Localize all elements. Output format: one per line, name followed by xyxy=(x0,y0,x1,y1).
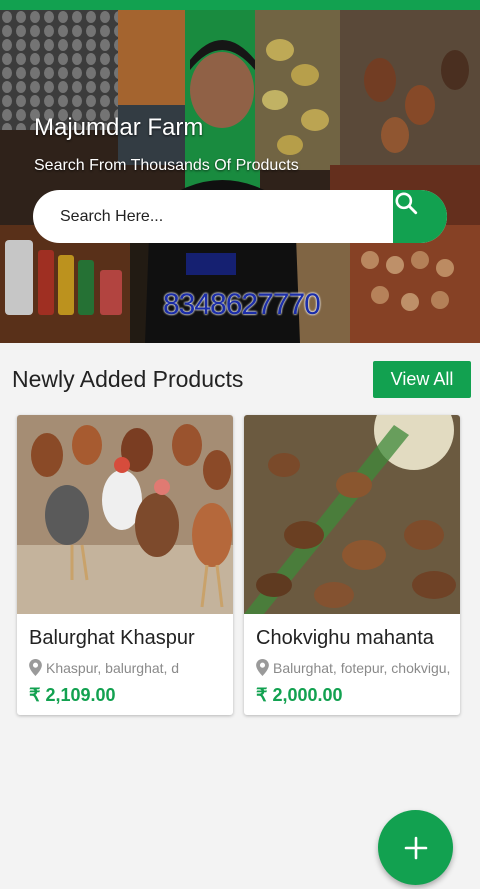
product-location: Balurghat, fotepur, chokvigu, xyxy=(256,659,460,676)
hero-banner: Majumdar Farm Search From Thousands Of P… xyxy=(0,10,480,343)
view-all-button[interactable]: View All xyxy=(373,361,471,398)
location-pin-icon xyxy=(256,659,269,676)
search-input[interactable] xyxy=(33,190,395,243)
product-image xyxy=(244,415,460,614)
hero-phone-number: 8348627770 xyxy=(163,288,321,321)
product-location-text: Balurghat, fotepur, chokvigu, xyxy=(273,659,451,676)
hero-title: Majumdar Farm xyxy=(34,114,204,141)
location-pin-icon xyxy=(29,659,42,676)
section-title: Newly Added Products xyxy=(12,366,244,392)
search-bar xyxy=(33,190,447,243)
product-card[interactable]: Chokvighu mahanta Balurghat, fotepur, ch… xyxy=(244,415,460,715)
product-location: Khaspur, balurghat, d xyxy=(29,659,233,676)
product-image xyxy=(17,415,233,614)
product-price: ₹ 2,000.00 xyxy=(256,685,343,705)
product-card[interactable]: Balurghat Khaspur Khaspur, balurghat, d … xyxy=(17,415,233,715)
search-button[interactable] xyxy=(393,190,447,243)
product-location-text: Khaspur, balurghat, d xyxy=(46,659,180,676)
product-name: Balurghat Khaspur xyxy=(29,627,195,649)
status-bar-accent xyxy=(0,0,480,10)
add-product-button[interactable] xyxy=(378,810,453,885)
hero-subtitle: Search From Thousands Of Products xyxy=(34,157,299,174)
plus-icon xyxy=(404,836,427,859)
product-price: ₹ 2,109.00 xyxy=(29,685,116,705)
product-name: Chokvighu mahanta xyxy=(256,627,434,649)
search-icon xyxy=(395,192,418,215)
